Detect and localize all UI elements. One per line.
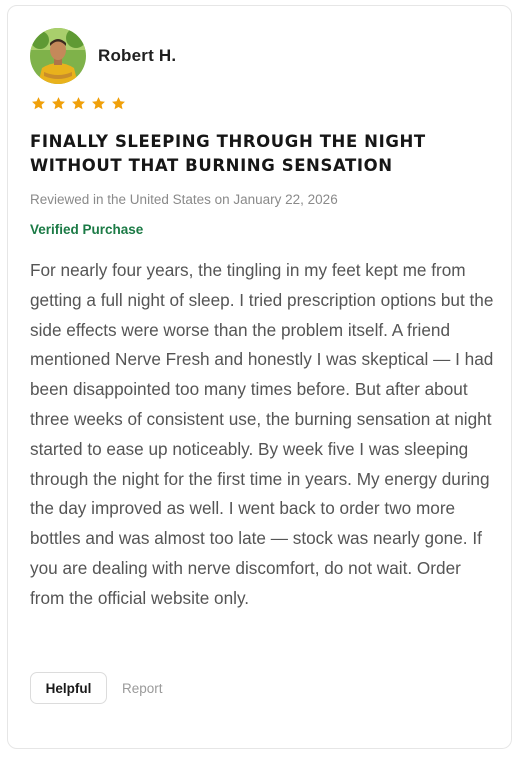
review-body: For nearly four years, the tingling in m… xyxy=(30,260,494,608)
review-actions: Helpful Report xyxy=(30,672,163,704)
review-title: Finally sleeping through the night witho… xyxy=(30,132,426,175)
star-icon xyxy=(92,97,105,110)
reviewer-name: Robert H. xyxy=(98,46,177,65)
star-icon xyxy=(112,97,125,110)
reviewer-header: Robert H. xyxy=(30,28,176,84)
person-avatar-icon xyxy=(30,28,86,84)
verified-purchase-badge: Verified Purchase xyxy=(30,222,144,237)
star-icon xyxy=(32,97,45,110)
review-date: Reviewed in the United States on January… xyxy=(30,192,338,207)
helpful-button[interactable]: Helpful xyxy=(30,672,107,704)
star-rating xyxy=(31,96,126,111)
review-card: Robert H. Finally sleeping through the n… xyxy=(7,5,512,749)
report-link[interactable]: Report xyxy=(122,681,163,696)
star-icon xyxy=(72,97,85,110)
star-icon xyxy=(52,97,65,110)
avatar xyxy=(30,28,86,84)
